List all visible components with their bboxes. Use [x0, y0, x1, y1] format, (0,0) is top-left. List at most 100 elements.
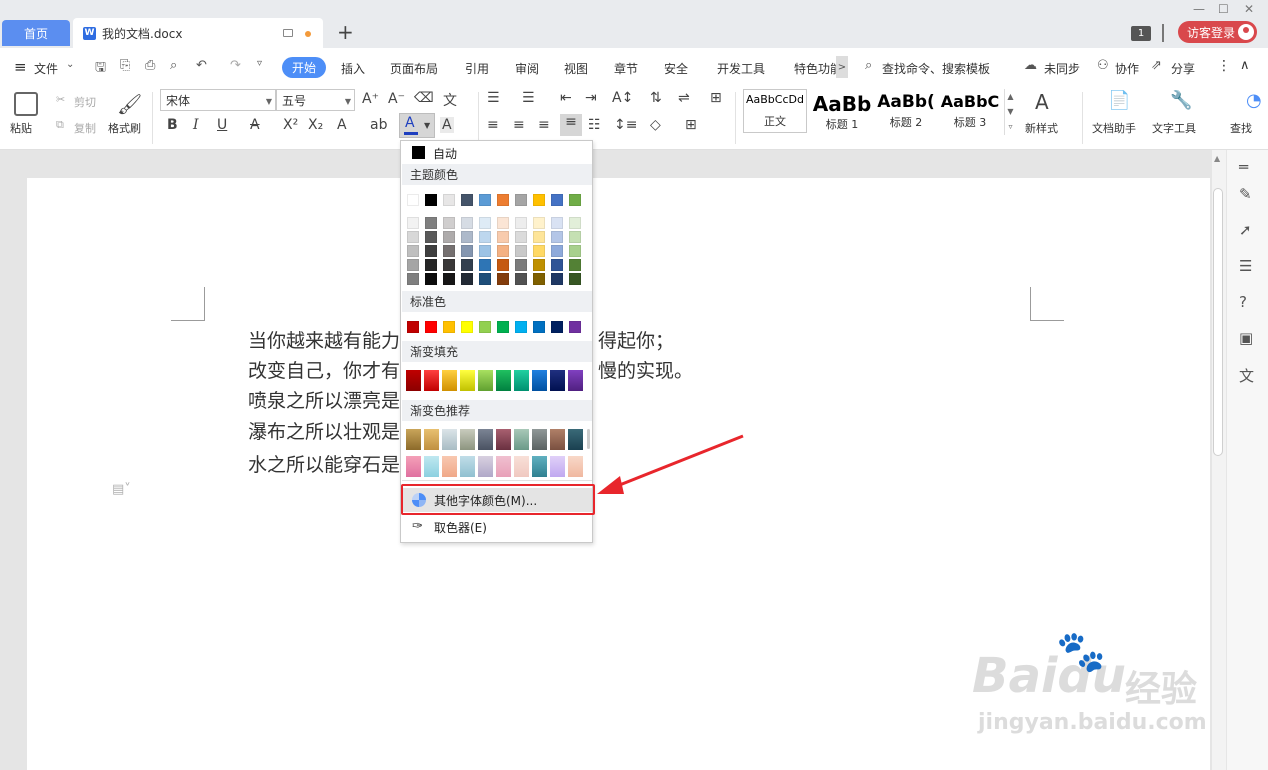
theme-color-swatch[interactable]: [497, 194, 509, 206]
underline-button[interactable]: U: [217, 117, 227, 133]
tab-home[interactable]: 首页: [2, 20, 70, 46]
highlight-icon[interactable]: ab: [370, 117, 387, 133]
line-spacing-icon[interactable]: ↕≡: [614, 117, 637, 133]
gradient-recommend-swatch[interactable]: [514, 456, 529, 477]
theme-shade-swatch[interactable]: [425, 273, 437, 285]
scrollbar-thumb[interactable]: [1213, 188, 1223, 456]
theme-shade-swatch[interactable]: [443, 245, 455, 257]
theme-shade-swatch[interactable]: [479, 273, 491, 285]
monitor-icon[interactable]: [283, 29, 293, 37]
theme-shade-swatch[interactable]: [461, 217, 473, 229]
style-heading1[interactable]: AaBb 标题 1: [810, 89, 874, 133]
align-left-icon[interactable]: ≡: [487, 117, 499, 133]
format-painter-button[interactable]: 格式刷: [108, 120, 141, 136]
theme-color-swatch[interactable]: [407, 194, 419, 206]
find-replace-button[interactable]: 查找: [1230, 120, 1252, 136]
select-pointer-icon[interactable]: ➚: [1239, 221, 1252, 239]
gradient-fill-swatch[interactable]: [496, 370, 511, 391]
subscript-icon[interactable]: X₂: [308, 117, 323, 133]
redo-icon[interactable]: ↷: [230, 58, 241, 73]
gradient-fill-swatch[interactable]: [424, 370, 439, 391]
theme-shade-swatch[interactable]: [569, 259, 581, 271]
auto-color-item[interactable]: 自动: [402, 141, 592, 165]
style-normal[interactable]: AaBbCcDd 正文: [743, 89, 807, 133]
theme-shade-swatch[interactable]: [515, 231, 527, 243]
menu-more-button[interactable]: >: [836, 56, 848, 78]
gradient-recommend-swatch[interactable]: [532, 456, 547, 477]
menu-security[interactable]: 安全: [664, 60, 688, 77]
paragraph-handle-icon[interactable]: ▤˅: [112, 482, 131, 497]
standard-color-swatch[interactable]: [497, 321, 509, 333]
theme-shade-swatch[interactable]: [533, 259, 545, 271]
char-shading-icon[interactable]: A: [440, 117, 454, 133]
save-icon[interactable]: 🖫: [95, 58, 106, 80]
theme-shade-swatch[interactable]: [461, 245, 473, 257]
gradient-recommend-swatch[interactable]: [424, 456, 439, 477]
bullet-list-icon[interactable]: ☰: [487, 90, 500, 106]
gradient-fill-swatch[interactable]: [478, 370, 493, 391]
theme-shade-swatch[interactable]: [533, 231, 545, 243]
gradient-recommend-swatch[interactable]: [478, 456, 493, 477]
theme-color-swatch[interactable]: [425, 194, 437, 206]
theme-shade-swatch[interactable]: [515, 259, 527, 271]
hamburger-icon[interactable]: ≡: [14, 58, 27, 76]
theme-shade-swatch[interactable]: [497, 259, 509, 271]
sidebar-collapse-icon[interactable]: ═: [1239, 158, 1248, 176]
menu-file[interactable]: 文件: [34, 60, 58, 77]
theme-shade-swatch[interactable]: [425, 259, 437, 271]
theme-shade-swatch[interactable]: [551, 245, 563, 257]
theme-shade-swatch[interactable]: [551, 231, 563, 243]
theme-shade-swatch[interactable]: [533, 245, 545, 257]
gradient-recommend-swatch[interactable]: [550, 456, 565, 477]
collaborate-button[interactable]: 协作: [1115, 60, 1139, 77]
menu-review[interactable]: 审阅: [515, 60, 539, 77]
bold-button[interactable]: B: [167, 117, 178, 133]
gradient-recommend-swatch[interactable]: [568, 456, 583, 477]
theme-shade-swatch[interactable]: [479, 245, 491, 257]
gradient-fill-swatch[interactable]: [460, 370, 475, 391]
theme-shade-swatch[interactable]: [425, 231, 437, 243]
theme-color-swatch[interactable]: [533, 194, 545, 206]
styles-scroll[interactable]: ▲ ▼ ▿: [1004, 89, 1016, 135]
standard-color-swatch[interactable]: [569, 321, 581, 333]
standard-color-swatch[interactable]: [443, 321, 455, 333]
gradient-fill-swatch[interactable]: [550, 370, 565, 391]
gradient-recommend-swatch[interactable]: [532, 429, 547, 450]
theme-shade-swatch[interactable]: [479, 231, 491, 243]
theme-shade-swatch[interactable]: [515, 273, 527, 285]
gradient-recommend-swatch[interactable]: [442, 429, 457, 450]
close-button[interactable]: ✕: [1244, 2, 1254, 16]
document-line-tail[interactable]: 得起你；: [598, 326, 674, 353]
share-button[interactable]: 分享: [1171, 60, 1195, 77]
gradient-fill-swatch[interactable]: [406, 370, 421, 391]
help-icon[interactable]: ?: [1239, 293, 1247, 311]
theme-shade-swatch[interactable]: [497, 273, 509, 285]
theme-shade-swatch[interactable]: [443, 259, 455, 271]
theme-color-swatch[interactable]: [551, 194, 563, 206]
strikethrough-icon[interactable]: A: [250, 117, 260, 133]
gradient-recommend-swatch[interactable]: [424, 429, 439, 450]
menu-references[interactable]: 引用: [465, 60, 489, 77]
paste-button[interactable]: 粘贴: [10, 120, 32, 136]
theme-shade-swatch[interactable]: [443, 273, 455, 285]
theme-shade-swatch[interactable]: [569, 217, 581, 229]
standard-color-swatch[interactable]: [515, 321, 527, 333]
gradient-recommend-swatch[interactable]: [406, 456, 421, 477]
borders-icon[interactable]: ⊞: [685, 117, 697, 133]
new-tab-button[interactable]: +: [337, 20, 354, 44]
justify-icon[interactable]: ≡: [560, 114, 582, 136]
theme-shade-swatch[interactable]: [443, 231, 455, 243]
menu-featured[interactable]: 特色功能: [794, 60, 836, 77]
text-direction-icon[interactable]: A↕: [612, 90, 633, 106]
theme-shade-swatch[interactable]: [425, 217, 437, 229]
theme-shade-swatch[interactable]: [551, 259, 563, 271]
theme-shade-swatch[interactable]: [479, 259, 491, 271]
document-line[interactable]: 改变自己，你才有: [248, 356, 400, 383]
gradient-fill-swatch[interactable]: [568, 370, 583, 391]
print-icon[interactable]: ⎙: [145, 58, 155, 73]
guest-login-button[interactable]: 访客登录: [1178, 21, 1257, 43]
standard-color-swatch[interactable]: [407, 321, 419, 333]
quick-access-dropdown-icon[interactable]: ▿: [257, 58, 262, 69]
gradient-recommend-swatch[interactable]: [442, 456, 457, 477]
theme-color-swatch[interactable]: [569, 194, 581, 206]
